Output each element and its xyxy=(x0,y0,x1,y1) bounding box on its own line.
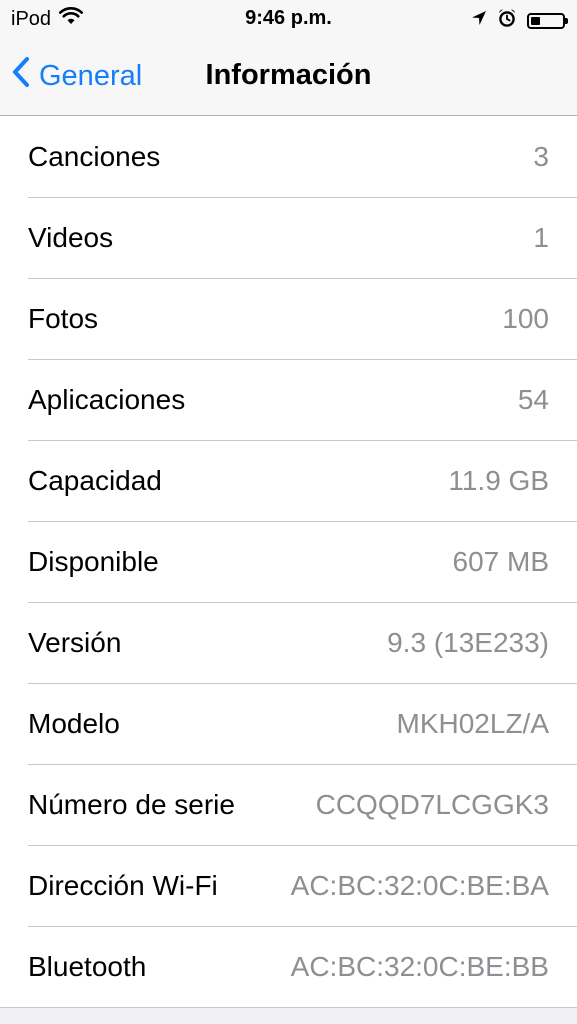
row-label: Modelo xyxy=(28,707,120,739)
row-label: Disponible xyxy=(28,545,159,577)
info-row-fotos: Fotos 100 xyxy=(0,278,577,359)
navigation-bar: General Información xyxy=(0,38,577,116)
row-value: 607 MB xyxy=(452,545,550,577)
row-label: Canciones xyxy=(28,140,161,172)
info-list: Canciones 3 Videos 1 Fotos 100 Aplicacio… xyxy=(0,116,577,1008)
info-row-capacidad: Capacidad 11.9 GB xyxy=(0,440,577,521)
info-row-numero-de-serie: Número de serie CCQQD7LCGGK3 xyxy=(0,764,577,845)
row-value: 54 xyxy=(517,383,549,415)
row-label: Aplicaciones xyxy=(28,383,186,415)
row-value: AC:BC:32:0C:BE:BA xyxy=(290,869,549,901)
info-row-aplicaciones: Aplicaciones 54 xyxy=(0,359,577,440)
row-label: Versión xyxy=(28,626,122,658)
row-label: Capacidad xyxy=(28,464,162,496)
info-row-modelo: Modelo MKH02LZ/A xyxy=(0,683,577,764)
row-label: Videos xyxy=(28,221,114,253)
info-row-canciones: Canciones 3 xyxy=(0,116,577,197)
row-value: 3 xyxy=(533,140,549,172)
page-title: Información xyxy=(205,59,372,91)
row-value: CCQQD7LCGGK3 xyxy=(315,788,549,820)
row-label: Número de serie xyxy=(28,788,235,820)
row-value: 11.9 GB xyxy=(448,464,549,496)
status-right xyxy=(471,8,568,33)
info-row-direccion-wifi: Dirección Wi-Fi AC:BC:32:0C:BE:BA xyxy=(0,845,577,926)
battery-icon xyxy=(527,12,568,29)
row-label: Bluetooth xyxy=(28,950,147,982)
row-value: 100 xyxy=(502,302,549,334)
info-row-disponible: Disponible 607 MB xyxy=(0,521,577,602)
battery-fill xyxy=(531,16,540,25)
alarm-clock-icon xyxy=(497,8,517,33)
row-value: MKH02LZ/A xyxy=(396,707,550,739)
row-value: 9.3 (13E233) xyxy=(387,626,549,658)
row-value: 1 xyxy=(533,221,549,253)
info-row-videos: Videos 1 xyxy=(0,197,577,278)
info-row-bluetooth: Bluetooth AC:BC:32:0C:BE:BB xyxy=(0,926,577,1007)
row-label: Dirección Wi-Fi xyxy=(28,869,218,901)
info-row-version: Versión 9.3 (13E233) xyxy=(0,602,577,683)
location-arrow-icon xyxy=(471,10,487,31)
row-value: AC:BC:32:0C:BE:BB xyxy=(290,950,549,982)
status-bar: iPod 9:46 p.m. xyxy=(0,0,577,38)
row-label: Fotos xyxy=(28,302,99,334)
